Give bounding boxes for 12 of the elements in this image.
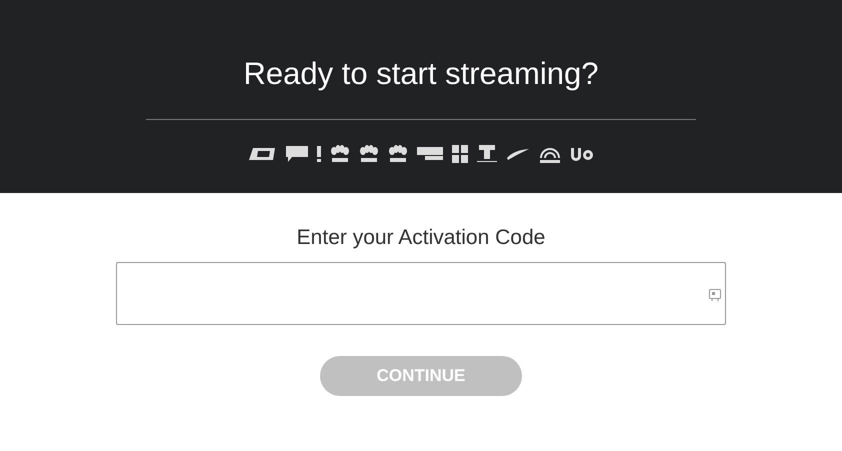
page-title: Ready to start streaming?: [244, 55, 598, 93]
tee-shape-icon: [476, 145, 496, 163]
banner-icon: [416, 147, 442, 161]
bar-icon: [316, 146, 320, 162]
speech-bubble-icon: [286, 146, 308, 162]
swoosh-icon: [506, 148, 530, 160]
activation-code-field[interactable]: [116, 262, 726, 325]
contact-card-icon: [709, 288, 721, 300]
activation-code-label: Enter your Activation Code: [296, 225, 546, 251]
rainbow-icon: [538, 145, 560, 163]
slanted-logo-icon: [248, 148, 276, 160]
block-grid-icon: [452, 145, 468, 163]
